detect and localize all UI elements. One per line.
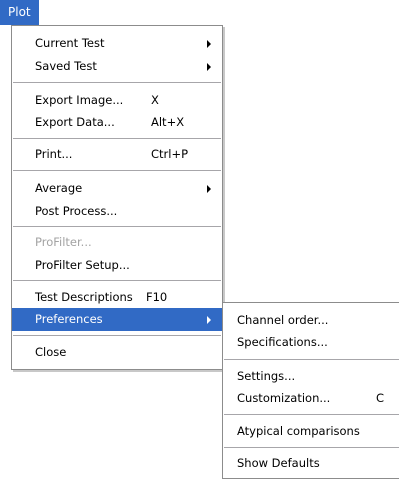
menu-item-export-image[interactable]: Export Image... X [12, 89, 222, 112]
menu-separator [13, 280, 221, 281]
menu-item-label: Show Defaults [237, 456, 320, 470]
menu-separator [13, 138, 221, 139]
menu-item-shortcut: X [151, 93, 159, 107]
menu-separator [224, 447, 399, 448]
menu-item-current-test[interactable]: Current Test [12, 32, 222, 55]
menu-item-label: Preferences [35, 312, 103, 326]
submenu-item-show-defaults[interactable]: Show Defaults [223, 452, 399, 475]
menu-item-shortcut: Ctrl+P [151, 147, 189, 161]
menu-item-label: Atypical comparisons [237, 424, 360, 438]
menu-item-profilter-setup[interactable]: ProFilter Setup... [12, 254, 222, 277]
menu-item-label: Close [35, 345, 67, 359]
menu-item-close[interactable]: Close [12, 341, 222, 364]
menu-item-export-data[interactable]: Export Data... Alt+X [12, 111, 222, 134]
menu-item-label: Settings... [237, 369, 296, 383]
submenu-arrow-icon [207, 63, 211, 71]
menu-item-shortcut: Alt+X [151, 115, 185, 129]
menu-item-label: ProFilter Setup... [35, 258, 130, 272]
menu-separator [13, 226, 221, 227]
menu-item-label: Export Image... [35, 93, 124, 107]
menu-item-label: Current Test [35, 36, 105, 50]
menu-item-label: Specifications... [237, 335, 328, 349]
submenu-arrow-icon [207, 316, 211, 324]
menu-item-label: Post Process... [35, 204, 118, 218]
menu-item-label: ProFilter... [35, 235, 92, 249]
menu-item-profilter: ProFilter... [12, 231, 222, 254]
menu-separator [224, 414, 399, 415]
menu-item-post-process[interactable]: Post Process... [12, 200, 222, 223]
plot-dropdown-menu: Current Test Saved Test Export Image... … [11, 25, 223, 370]
submenu-arrow-icon [207, 40, 211, 48]
menu-item-average[interactable]: Average [12, 177, 222, 200]
plot-menu[interactable]: Plot [0, 0, 39, 25]
menu-separator [224, 359, 399, 360]
submenu-item-customization[interactable]: Customization... C [223, 387, 399, 410]
menu-item-label: Test Descriptions [35, 290, 133, 304]
menu-item-test-descriptions[interactable]: Test Descriptions F10 [12, 286, 222, 309]
menu-item-shortcut: F10 [146, 290, 168, 304]
menu-item-label: Print... [35, 147, 73, 161]
menu-item-shortcut: C [376, 391, 385, 405]
submenu-item-settings[interactable]: Settings... [223, 365, 399, 388]
menu-item-preferences[interactable]: Preferences [12, 308, 222, 331]
menu-item-saved-test[interactable]: Saved Test [12, 55, 222, 78]
submenu-arrow-icon [207, 185, 211, 193]
menu-item-label: Customization... [237, 391, 331, 405]
preferences-submenu: Channel order... Specifications... Setti… [222, 302, 399, 479]
menu-item-label: Saved Test [35, 59, 97, 73]
menu-item-print[interactable]: Print... Ctrl+P [12, 143, 222, 166]
menu-separator [13, 170, 221, 171]
submenu-item-channel-order[interactable]: Channel order... [223, 309, 399, 332]
menu-item-label: Channel order... [237, 313, 329, 327]
menu-separator [13, 82, 221, 83]
submenu-item-atypical-comparisons[interactable]: Atypical comparisons [223, 420, 399, 443]
menu-separator [13, 335, 221, 336]
submenu-item-specifications[interactable]: Specifications... [223, 331, 399, 354]
menu-item-label: Export Data... [35, 115, 115, 129]
menu-item-label: Average [35, 181, 83, 195]
